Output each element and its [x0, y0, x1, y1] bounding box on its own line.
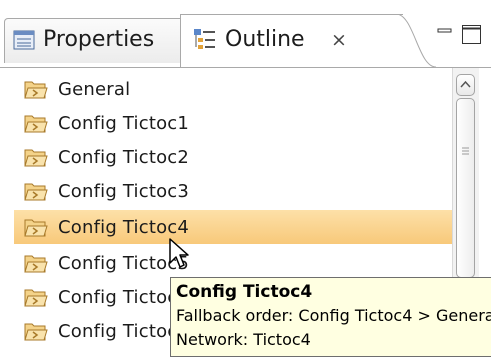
folder-open-icon — [24, 289, 48, 307]
list-item-label: Config Tictoc3 — [58, 180, 190, 202]
folder-open-icon — [24, 323, 48, 341]
list-item-label: Config Tictoc2 — [58, 146, 190, 168]
tab-outline-label: Outline — [225, 27, 305, 52]
mouse-pointer-icon — [169, 238, 189, 268]
list-item[interactable]: Config Tictoc3 — [14, 174, 454, 208]
list-item-selected[interactable]: Config Tictoc4 — [14, 210, 454, 244]
hover-tooltip: Config Tictoc4 Fallback order: Config Ti… — [170, 277, 491, 357]
list-item[interactable]: General — [14, 72, 454, 106]
tooltip-title: Config Tictoc4 — [176, 282, 313, 302]
scrollbar-thumb[interactable] — [456, 98, 475, 278]
folder-open-icon — [24, 219, 48, 237]
tab-edge — [396, 14, 436, 68]
list-item[interactable]: Config Tictoc2 — [14, 140, 454, 174]
tab-outline[interactable]: Outline — [180, 14, 403, 69]
folder-open-icon — [24, 149, 48, 167]
maximize-icon[interactable] — [461, 24, 483, 46]
close-icon[interactable]: × — [331, 29, 347, 51]
list-item-label: General — [58, 78, 131, 100]
scroll-up-button[interactable] — [456, 74, 475, 96]
tooltip-fallback-order: Fallback order: Config Tictoc4 > General — [176, 306, 491, 325]
list-item[interactable]: Config Tictoc5 — [14, 246, 454, 280]
grip-icon — [462, 147, 469, 155]
folder-open-icon — [24, 115, 48, 133]
outline-icon — [194, 29, 215, 49]
tooltip-network: Network: Tictoc4 — [176, 330, 311, 349]
list-item-label: Config Tictoc4 — [58, 216, 190, 238]
minimize-icon[interactable] — [437, 26, 453, 40]
folder-open-icon — [24, 81, 48, 99]
properties-icon — [13, 30, 35, 50]
list-item-label: Config Tictoc1 — [58, 112, 190, 134]
chevron-up-icon — [460, 80, 471, 88]
tab-properties[interactable]: Properties — [4, 18, 184, 63]
tab-properties-label: Properties — [43, 27, 155, 52]
view-tab-bar: Properties Outline × — [0, 0, 491, 69]
folder-open-icon — [24, 255, 48, 273]
folder-open-icon — [24, 183, 48, 201]
list-item[interactable]: Config Tictoc1 — [14, 106, 454, 140]
